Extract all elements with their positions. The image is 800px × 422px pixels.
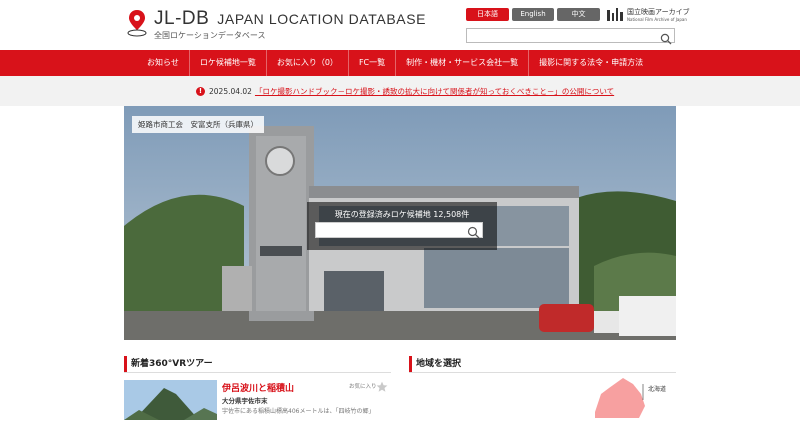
site-header: JL-DB JAPAN LOCATION DATABASE 全国ロケーションデータ… [0, 0, 800, 50]
search-icon[interactable] [467, 224, 480, 239]
nav-favorites[interactable]: お気に入り（0） [265, 50, 348, 76]
vr-card-location: 大分県宇佐市末 [222, 397, 268, 405]
logo-title: JL-DB JAPAN LOCATION DATABASE [154, 8, 426, 29]
map-pin-icon [126, 8, 148, 38]
notice-date: 2025.04.02 [209, 87, 252, 96]
notice-bar: ! 2025.04.02 「ロケ撮影ハンドブック－ロケ撮影・誘致の拡大に向けて関… [0, 76, 800, 106]
logo-title-rest: JAPAN LOCATION DATABASE [217, 11, 427, 27]
logo-subtitle: 全国ロケーションデータベース [154, 31, 266, 40]
region-map[interactable] [409, 378, 676, 418]
region-section-title: 地域を選択 [409, 356, 676, 372]
logo-title-main: JL-DB [154, 8, 210, 29]
hero-image: 姫路市商工会 安富支所（兵庫県） 現在の登録済みロケ候補地 12,508件 [124, 106, 676, 340]
vr-card-title[interactable]: 伊呂波川と稲積山 [222, 381, 294, 394]
nfa-logo[interactable]: 国立映画アーカイブ National Film Archive of Japan [606, 7, 690, 22]
lang-japanese[interactable]: 日本語 [466, 8, 509, 21]
nav-news[interactable]: お知らせ [137, 50, 189, 76]
divider [124, 372, 391, 373]
lang-chinese[interactable]: 中文 [557, 8, 600, 21]
nav-locations[interactable]: ロケ候補地一覧 [188, 50, 266, 76]
info-icon: ! [196, 87, 205, 96]
hero-search-input[interactable] [315, 222, 483, 239]
nav-fc-list[interactable]: FC一覧 [347, 50, 395, 76]
nfa-name-en: National Film Archive of Japan [627, 17, 687, 22]
nav-companies[interactable]: 制作・機材・サービス会社一覧 [395, 50, 528, 76]
nfa-name-jp: 国立映画アーカイブ [627, 8, 690, 16]
divider [409, 372, 676, 373]
hero-caption: 姫路市商工会 安富支所（兵庫県） [132, 116, 264, 133]
search-icon[interactable] [660, 30, 672, 45]
vr-card-thumbnail[interactable] [124, 380, 217, 420]
main-nav: お知らせ ロケ候補地一覧 お気に入り（0） FC一覧 制作・機材・サービス会社一… [0, 50, 800, 76]
site-logo[interactable]: JL-DB JAPAN LOCATION DATABASE 全国ロケーションデータ… [126, 8, 426, 41]
header-search-input[interactable] [466, 28, 675, 45]
region-label-hokkaido[interactable]: 北海道 [648, 384, 666, 393]
language-switcher: 日本語 English 中文 [466, 8, 600, 21]
lang-english[interactable]: English [512, 8, 554, 21]
vr-card-description: 宇佐市にある稲積山標高406メートルは、「四岐竹の郷」 [222, 408, 375, 415]
star-icon[interactable] [376, 378, 388, 392]
nav-laws[interactable]: 撮影に関する法令・申請方法 [528, 50, 653, 76]
notice-link[interactable]: 「ロケ撮影ハンドブック－ロケ撮影・誘致の拡大に向けて関係者が知っておくべきこと－… [255, 86, 614, 97]
vr-section-title: 新着360°VRツアー [124, 356, 391, 372]
location-count: 現在の登録済みロケ候補地 12,508件 [334, 210, 470, 219]
hero-search-box: 現在の登録済みロケ候補地 12,508件 [307, 202, 497, 250]
nfa-mark-icon [606, 7, 624, 22]
favorite-label[interactable]: お気に入り [349, 382, 377, 390]
